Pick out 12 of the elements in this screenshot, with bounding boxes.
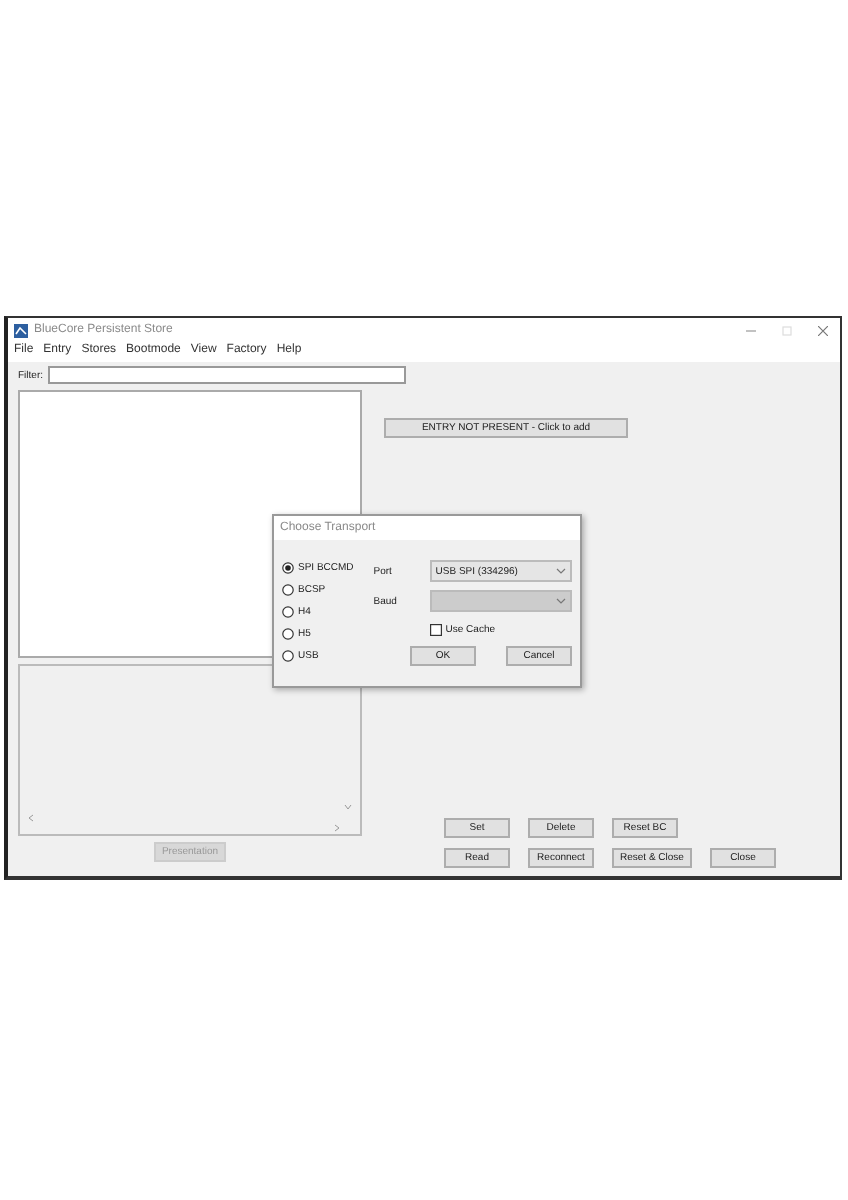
- radio-button[interactable]: [282, 628, 294, 640]
- radio-button[interactable]: [282, 650, 294, 662]
- chevron-icon: [556, 568, 566, 574]
- chevron-icon: [556, 598, 566, 604]
- radio-button[interactable]: [282, 562, 294, 574]
- app-icon: [14, 323, 28, 337]
- checkbox[interactable]: [429, 624, 442, 636]
- close-icon[interactable]: [818, 325, 828, 335]
- radio-button[interactable]: [282, 584, 294, 596]
- radio-button[interactable]: [282, 606, 294, 618]
- filter-field[interactable]: [47, 366, 405, 384]
- minimize-icon[interactable]: [746, 325, 756, 335]
